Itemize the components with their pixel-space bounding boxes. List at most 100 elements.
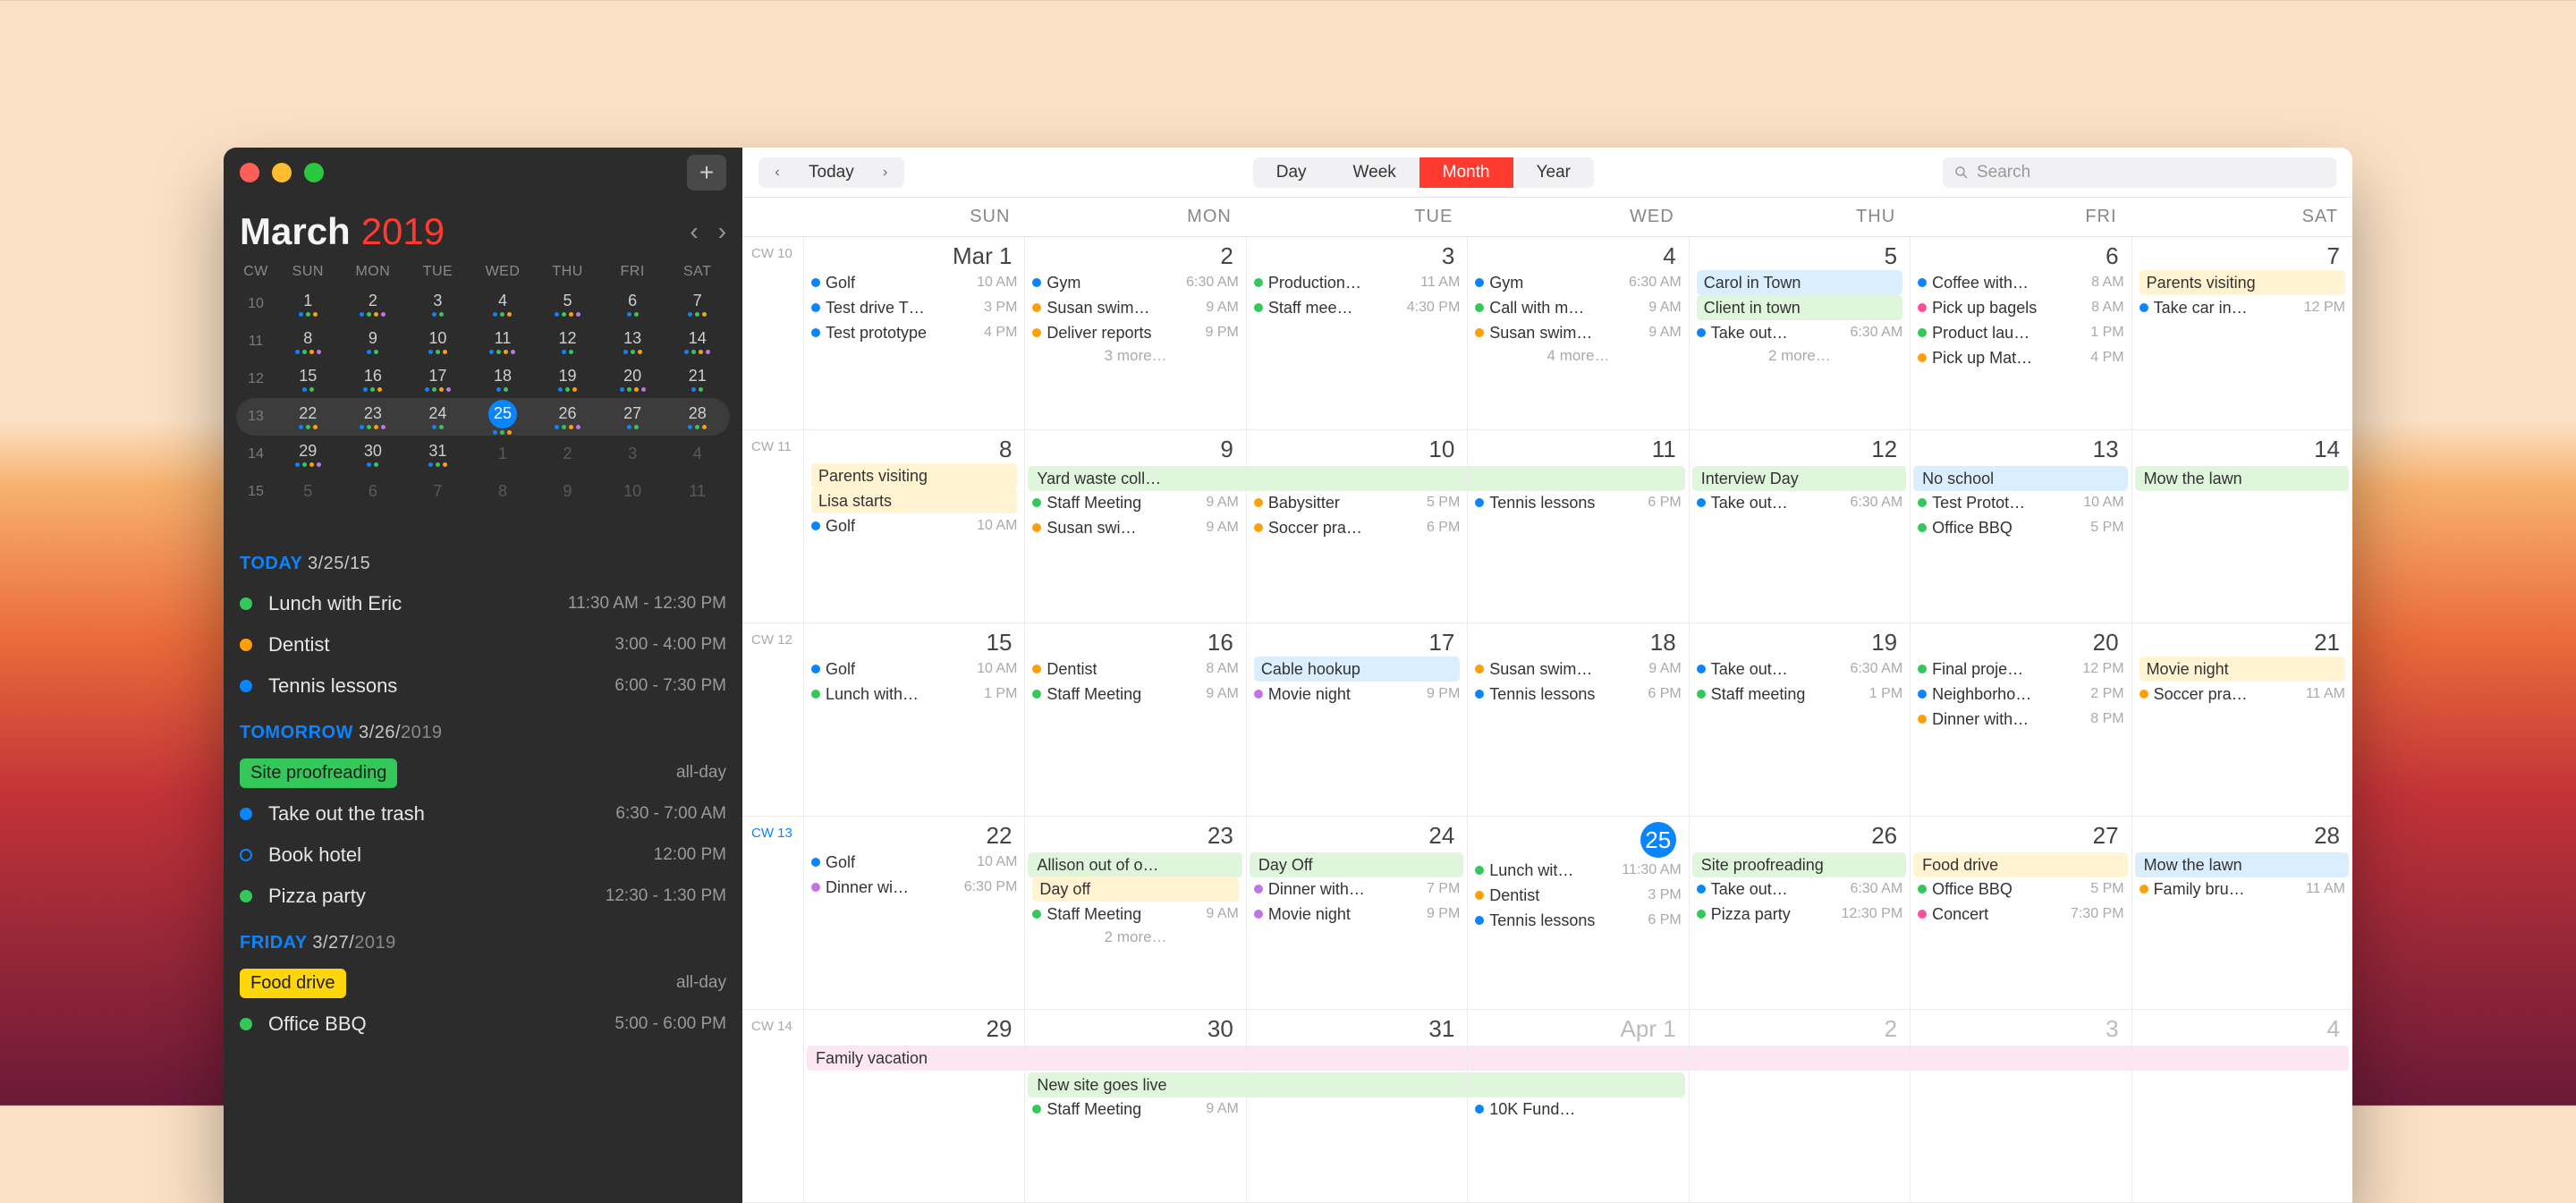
day-cell[interactable]: 20Final proje…12 PMNeighborho…2 PMDinner… (1910, 623, 2131, 816)
agenda-item[interactable]: Take out the trash6:30 - 7:00 AM (240, 793, 726, 834)
day-cell[interactable]: 11Tennis lessons6 PM (1467, 430, 1688, 623)
event[interactable]: Movie night9 PM (1254, 682, 1460, 707)
allday-event[interactable]: Movie night (2140, 657, 2345, 682)
day-cell[interactable]: 21Movie nightSoccer pra…11 AM (2131, 623, 2352, 816)
agenda-item[interactable]: Lunch with Eric11:30 AM - 12:30 PM (240, 583, 726, 624)
mini-day[interactable]: 29 (275, 442, 341, 467)
event[interactable]: Gym6:30 AM (1032, 270, 1238, 295)
event[interactable]: Call with m…9 AM (1475, 295, 1681, 320)
event[interactable]: Dinner with…7 PM (1254, 877, 1460, 902)
event[interactable]: Staff Meeting9 AM (1032, 682, 1238, 707)
mini-day[interactable]: 26 (535, 404, 600, 429)
event[interactable]: Take out…6:30 AM (1697, 320, 1902, 345)
day-cell[interactable]: 15Golf10 AMLunch with…1 PM (803, 623, 1024, 816)
mini-day[interactable]: 3 (600, 445, 665, 465)
event[interactable]: Staff Meeting9 AM (1032, 490, 1238, 515)
mini-day[interactable]: 12 (535, 329, 600, 354)
event[interactable]: Production…11 AM (1254, 270, 1460, 295)
mini-day[interactable]: 13 (600, 329, 665, 354)
mini-day[interactable]: 1 (275, 292, 341, 317)
mini-day[interactable]: 22 (275, 404, 341, 429)
mini-day[interactable]: 27 (600, 404, 665, 429)
event[interactable]: Neighborho…2 PM (1918, 682, 2123, 707)
event[interactable]: Test prototype4 PM (811, 320, 1017, 345)
agenda-item[interactable]: Food driveall-day (240, 962, 726, 1004)
view-day[interactable]: Day (1253, 157, 1330, 188)
event[interactable]: Tennis lessons6 PM (1475, 682, 1681, 707)
event[interactable]: Golf10 AM (811, 270, 1017, 295)
allday-event[interactable]: Client in town (1697, 295, 1902, 320)
mini-day[interactable]: 31 (405, 442, 470, 467)
mini-day[interactable]: 25 (470, 400, 536, 435)
mini-day[interactable]: 11 (665, 482, 730, 503)
event[interactable]: Take out…6:30 AM (1697, 657, 1902, 682)
more-events[interactable]: 4 more… (1475, 347, 1681, 365)
event[interactable]: 10K Fund… (1475, 1097, 1681, 1122)
mini-day[interactable]: 2 (341, 292, 406, 317)
mini-calendar[interactable]: CWSUNMONTUEWEDTHUFRISAT10123456711891011… (224, 258, 742, 523)
event[interactable]: Tennis lessons6 PM (1475, 490, 1681, 515)
event[interactable]: Susan swim…9 AM (1475, 657, 1681, 682)
mini-day[interactable]: 18 (470, 367, 536, 392)
day-cell[interactable]: 24Dinner with…7 PMMovie night9 PM (1246, 817, 1467, 1009)
mini-day[interactable]: 17 (405, 367, 470, 392)
mini-day[interactable]: 23 (341, 404, 406, 429)
event[interactable]: Soccer pra…11 AM (2140, 682, 2345, 707)
allday-event[interactable]: Parents visiting (2140, 270, 2345, 295)
day-cell[interactable]: 17Cable hookupMovie night9 PM (1246, 623, 1467, 816)
day-cell[interactable]: 6Coffee with…8 AMPick up bagels8 AMProdu… (1910, 237, 2131, 429)
day-cell[interactable]: 3 (1910, 1010, 2131, 1202)
day-cell[interactable]: 29 (803, 1010, 1024, 1202)
day-cell[interactable]: 4 (2131, 1010, 2352, 1202)
mini-day[interactable]: 3 (405, 292, 470, 317)
day-cell[interactable]: Mar 1Golf10 AMTest drive T…3 PMTest prot… (803, 237, 1024, 429)
day-cell[interactable]: 27Office BBQ5 PMConcert7:30 PM (1910, 817, 2131, 1009)
mini-day[interactable]: 16 (341, 367, 406, 392)
add-event-button[interactable]: + (687, 155, 726, 191)
event[interactable]: Staff Meeting9 AM (1032, 902, 1238, 927)
event[interactable]: Dentist8 AM (1032, 657, 1238, 682)
next-month-button[interactable]: › (718, 217, 726, 246)
agenda-item[interactable]: Tennis lessons6:00 - 7:30 PM (240, 665, 726, 707)
mini-day[interactable]: 24 (405, 404, 470, 429)
mini-day[interactable]: 8 (470, 482, 536, 503)
day-cell[interactable]: 16Dentist8 AMStaff Meeting9 AM (1024, 623, 1245, 816)
day-cell[interactable]: 26Take out…6:30 AMPizza party12:30 PM (1689, 817, 1910, 1009)
allday-event[interactable]: Carol in Town (1697, 270, 1902, 295)
day-cell[interactable]: 5Carol in TownClient in townTake out…6:3… (1689, 237, 1910, 429)
day-cell[interactable]: 4Gym6:30 AMCall with m…9 AMSusan swim…9 … (1467, 237, 1688, 429)
day-cell[interactable]: 28Family bru…11 AM (2131, 817, 2352, 1009)
mini-day[interactable]: 30 (341, 442, 406, 467)
agenda-item[interactable]: Dentist3:00 - 4:00 PM (240, 624, 726, 665)
event[interactable]: Test drive T…3 PM (811, 295, 1017, 320)
more-events[interactable]: 3 more… (1032, 347, 1238, 365)
view-week[interactable]: Week (1330, 157, 1419, 188)
mini-day[interactable]: 10 (405, 329, 470, 354)
day-cell[interactable]: 2 (1689, 1010, 1910, 1202)
event[interactable]: Soccer pra…6 PM (1254, 515, 1460, 540)
allday-event[interactable]: Parents visiting (811, 463, 1017, 488)
mini-day[interactable]: 15 (275, 367, 341, 392)
mini-day[interactable]: 7 (665, 292, 730, 317)
event[interactable]: Take out…6:30 AM (1697, 877, 1902, 902)
mini-day[interactable]: 4 (665, 445, 730, 465)
mini-day[interactable]: 28 (665, 404, 730, 429)
search-input[interactable]: Search (1943, 157, 2336, 188)
event[interactable]: Lunch with…1 PM (811, 682, 1017, 707)
allday-event[interactable]: Lisa starts (811, 488, 1017, 513)
mini-day[interactable]: 10 (600, 482, 665, 503)
event[interactable]: Gym6:30 AM (1475, 270, 1681, 295)
event[interactable]: Movie night9 PM (1254, 902, 1460, 927)
mini-day[interactable]: 5 (275, 482, 341, 503)
agenda-item[interactable]: Pizza party12:30 - 1:30 PM (240, 876, 726, 917)
event[interactable]: Test Protot…10 AM (1918, 490, 2123, 515)
event[interactable]: Product lau…1 PM (1918, 320, 2123, 345)
mini-day[interactable]: 20 (600, 367, 665, 392)
allday-event[interactable]: Day off (1032, 877, 1238, 902)
agenda-item[interactable]: Book hotel12:00 PM (240, 834, 726, 876)
event[interactable]: Pick up bagels8 AM (1918, 295, 2123, 320)
day-cell[interactable]: 8Parents visitingLisa startsGolf10 AM (803, 430, 1024, 623)
mini-day[interactable]: 11 (470, 329, 536, 354)
day-cell[interactable]: 9Staff Meeting9 AMSusan swi…9 AM (1024, 430, 1245, 623)
more-events[interactable]: 2 more… (1697, 347, 1902, 365)
